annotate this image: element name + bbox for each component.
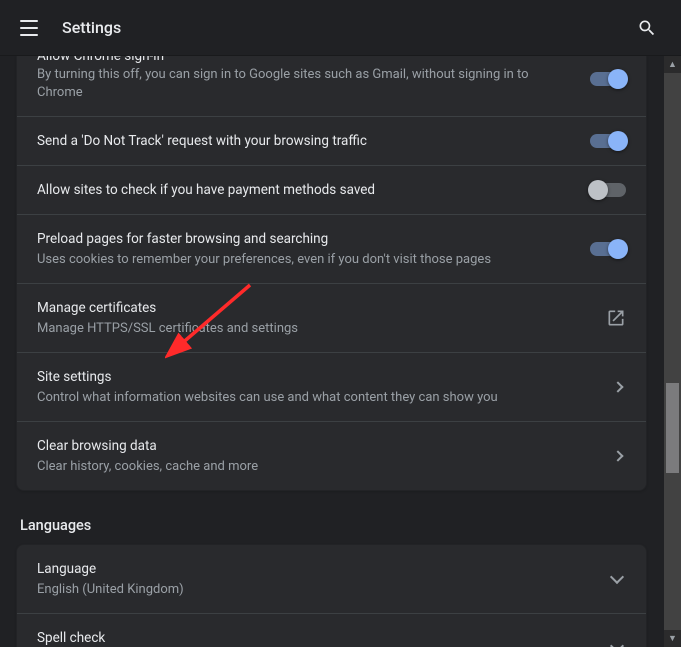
scrollbar-track[interactable] [664,73,681,630]
row-title: Allow sites to check if you have payment… [37,180,574,200]
row-subtitle: Uses cookies to remember your preference… [37,251,574,269]
toggle-preload-pages[interactable] [590,242,626,256]
row-site-settings[interactable]: Site settings Control what information w… [17,352,646,421]
scrollbar-up-arrow[interactable]: ▲ [664,56,681,73]
chevron-down-icon [610,570,624,584]
chevron-right-icon [612,381,623,392]
section-title-languages: Languages [20,517,643,534]
chevron-down-icon [610,639,624,647]
content-area: Allow Chrome sign-in By turning this off… [0,56,663,647]
scrollbar-down-arrow[interactable]: ▼ [664,630,681,647]
chevron-right-icon [612,450,623,461]
row-title: Site settings [37,367,598,387]
search-icon[interactable] [629,10,665,46]
external-link-icon [606,308,626,328]
row-manage-certificates[interactable]: Manage certificates Manage HTTPS/SSL cer… [17,283,646,352]
toggle-do-not-track[interactable] [590,134,626,148]
row-language[interactable]: Language English (United Kingdom) [17,545,646,613]
vertical-scrollbar[interactable]: ▲ ▼ [664,56,681,647]
row-title: Language [37,559,596,579]
toggle-chrome-sign-in[interactable] [590,72,626,86]
row-subtitle: Manage HTTPS/SSL certificates and settin… [37,320,590,338]
row-title: Clear browsing data [37,436,598,456]
row-title: Send a 'Do Not Track' request with your … [37,131,574,151]
scrollbar-thumb[interactable] [666,383,679,473]
row-clear-browsing-data[interactable]: Clear browsing data Clear history, cooki… [17,421,646,490]
page-title: Settings [62,18,629,37]
toggle-payment-methods-check[interactable] [590,183,626,197]
row-do-not-track[interactable]: Send a 'Do Not Track' request with your … [17,116,646,165]
row-title: Allow Chrome sign-in [37,56,574,64]
row-preload-pages[interactable]: Preload pages for faster browsing and se… [17,214,646,283]
row-spell-check[interactable]: Spell check English (United Kingdom), En… [17,613,646,647]
menu-icon[interactable] [20,16,44,40]
app-header: Settings [0,0,681,56]
row-title: Spell check [37,628,596,647]
row-title: Preload pages for faster browsing and se… [37,229,574,249]
row-subtitle: By turning this off, you can sign in to … [37,66,574,102]
row-title: Manage certificates [37,298,590,318]
privacy-card: Allow Chrome sign-in By turning this off… [16,56,647,491]
row-subtitle: Clear history, cookies, cache and more [37,458,598,476]
languages-card: Language English (United Kingdom) Spell … [16,544,647,647]
row-subtitle: Control what information websites can us… [37,389,598,407]
row-subtitle: English (United Kingdom) [37,581,596,599]
row-payment-methods-check[interactable]: Allow sites to check if you have payment… [17,165,646,214]
row-chrome-sign-in[interactable]: Allow Chrome sign-in By turning this off… [17,56,646,116]
